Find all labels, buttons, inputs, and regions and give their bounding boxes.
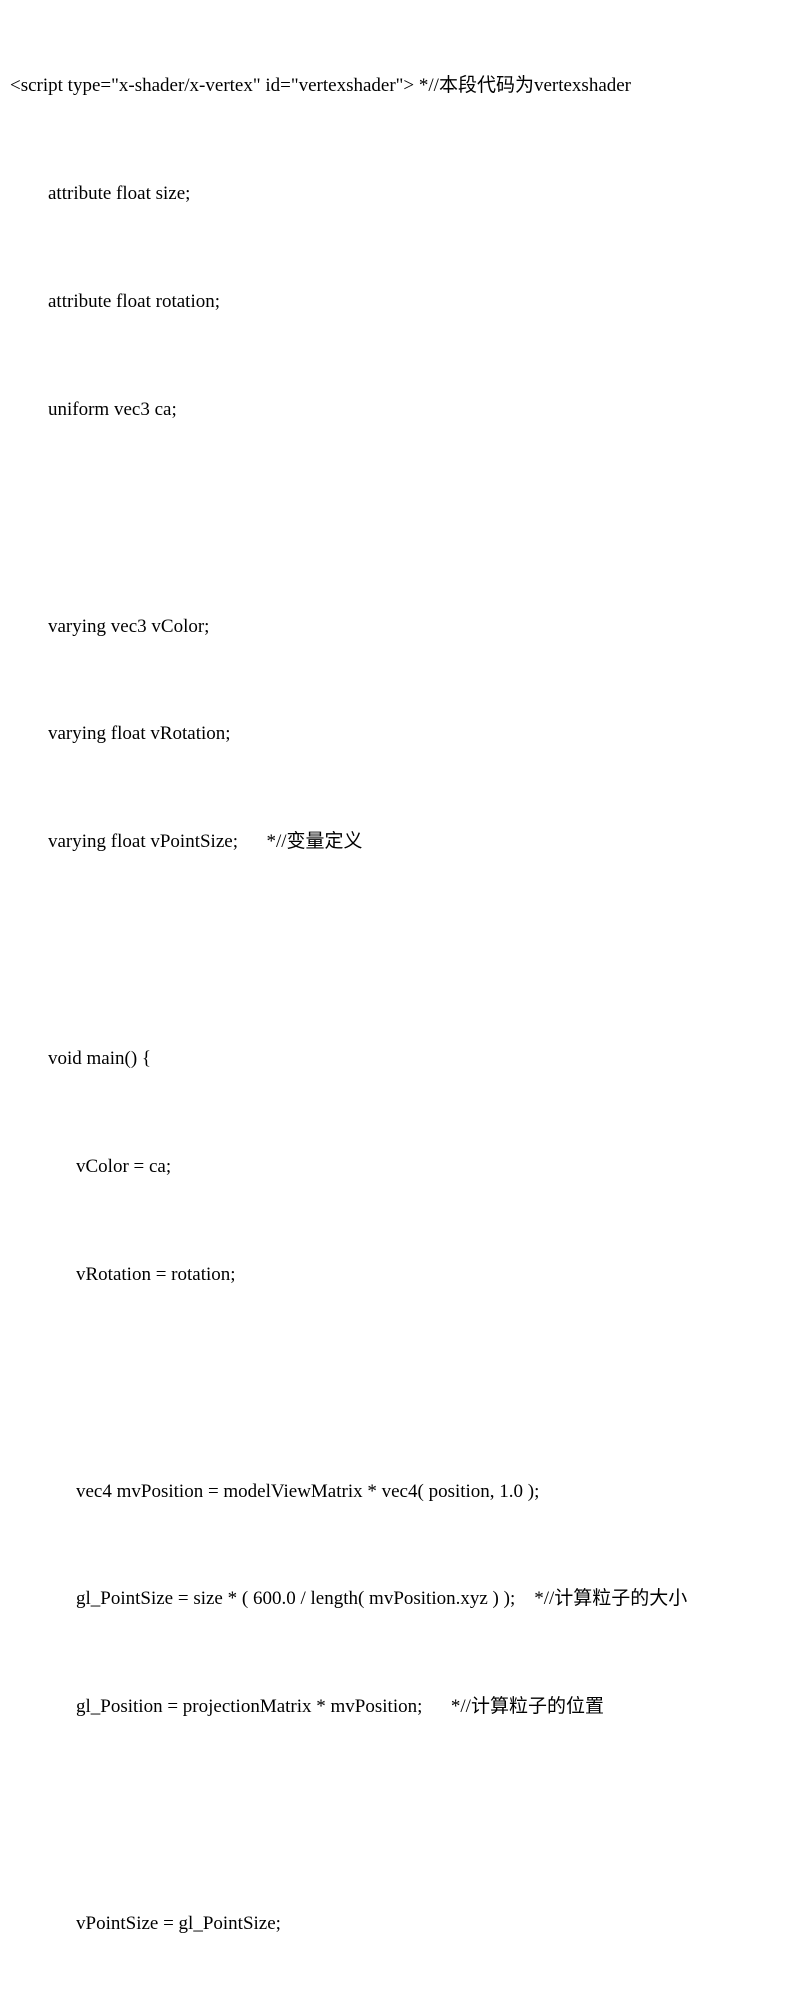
code-line: gl_PointSize = size * ( 600.0 / length( … (10, 1586, 792, 1613)
code-line: <script type="x-shader/x-vertex" id="ver… (10, 73, 792, 100)
code-line: vColor = ca; (10, 1154, 792, 1181)
code-line: varying vec3 vColor; (10, 614, 792, 641)
code-line: attribute float rotation; (10, 289, 792, 316)
code-block: <script type="x-shader/x-vertex" id="ver… (10, 20, 792, 2000)
blank-line (10, 1369, 792, 1397)
code-line: varying float vRotation; (10, 721, 792, 748)
code-line: uniform vec3 ca; (10, 397, 792, 424)
blank-line (10, 504, 792, 532)
code-line: vec4 mvPosition = modelViewMatrix * vec4… (10, 1479, 792, 1506)
blank-line (10, 937, 792, 965)
code-line: vPointSize = gl_PointSize; (10, 1911, 792, 1938)
code-line: void main() { (10, 1046, 792, 1073)
code-line: gl_Position = projectionMatrix * mvPosit… (10, 1694, 792, 1721)
code-line: attribute float size; (10, 181, 792, 208)
blank-line (10, 1802, 792, 1830)
code-line: vRotation = rotation; (10, 1262, 792, 1289)
code-line: varying float vPointSize; *//变量定义 (10, 829, 792, 856)
